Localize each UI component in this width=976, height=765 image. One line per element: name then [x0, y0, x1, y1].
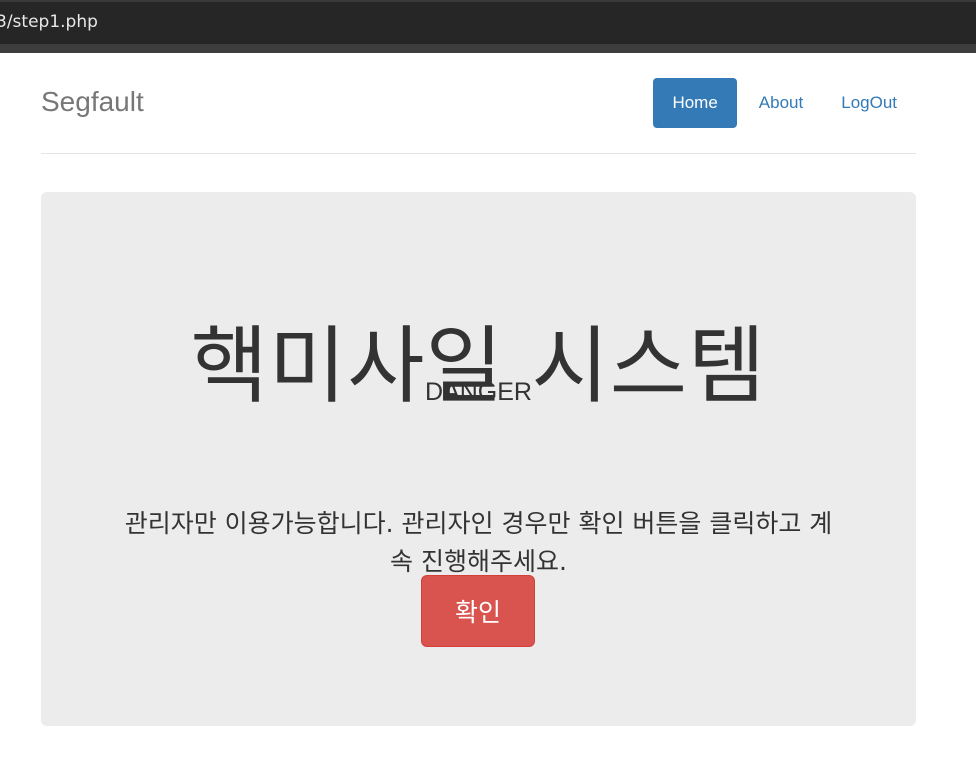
nav-menu: Home About LogOut [653, 78, 916, 128]
browser-toolbar-edge [0, 44, 976, 53]
nav-home-link[interactable]: Home [653, 78, 737, 128]
confirm-button[interactable]: 확인 [421, 575, 535, 647]
browser-address-bar[interactable]: 3/step1.php [0, 0, 976, 44]
navbar: Segfault Home About LogOut [41, 53, 916, 154]
address-url[interactable]: 3/step1.php [0, 12, 98, 32]
page-subtitle: DANGER [425, 378, 532, 406]
nav-about-link[interactable]: About [740, 78, 822, 128]
jumbotron: 핵미사일 시스템 DANGER 관리자만 이용가능합니다. 관리자인 경우만 확… [41, 192, 916, 726]
nav-logout-link[interactable]: LogOut [822, 78, 916, 128]
brand-link[interactable]: Segfault [41, 86, 144, 118]
notice-text: 관리자만 이용가능합니다. 관리자인 경우만 확인 버튼을 클릭하고 계속 진행… [124, 509, 833, 576]
